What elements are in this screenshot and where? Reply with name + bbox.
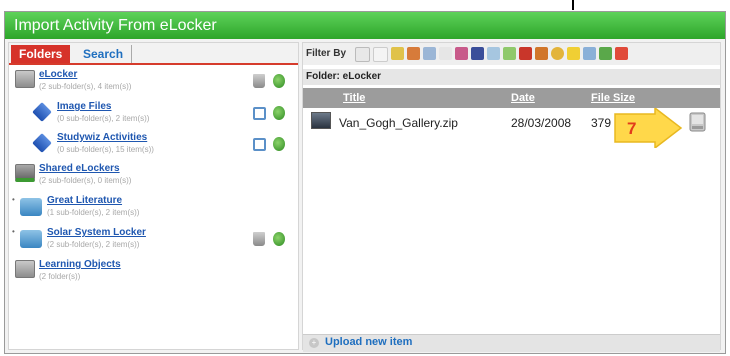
locker-icon (15, 260, 35, 278)
filter-label: Filter By (306, 48, 347, 59)
zip-file-icon (311, 112, 331, 129)
audio-filter-icon[interactable] (407, 47, 420, 60)
step-number: 7 (627, 119, 637, 138)
folder-name[interactable]: eLocker (39, 69, 77, 80)
import-folder-icon[interactable] (273, 137, 285, 151)
tool-filter-icon[interactable] (535, 47, 548, 60)
import-folder-icon[interactable] (273, 74, 285, 88)
sun-filter-icon[interactable] (567, 47, 580, 60)
calendar-filter-icon[interactable] (583, 47, 596, 60)
folder-item-elocker[interactable]: eLocker (2 sub-folder(s), 4 item(s)) (9, 69, 298, 97)
expand-bullet[interactable]: • (12, 227, 15, 236)
top-marker-line (572, 0, 574, 10)
folder-item-solar-system-locker[interactable]: • Solar System Locker (2 sub-folder(s), … (9, 227, 298, 255)
folder-item-studywiz-activities[interactable]: Studywiz Activities (0 sub-folder(s), 15… (9, 132, 298, 160)
activity-filter-icon[interactable] (503, 47, 516, 60)
books-icon (20, 230, 42, 248)
folder-sub: (2 sub-folder(s), 4 item(s)) (39, 82, 132, 91)
file-date: 28/03/2008 (511, 116, 572, 130)
tab-search[interactable]: Search (75, 45, 133, 63)
all-types-filter-icon[interactable] (355, 47, 370, 62)
trash-icon[interactable] (253, 232, 265, 246)
import-folder-icon[interactable] (273, 106, 285, 120)
folder-name[interactable]: Studywiz Activities (57, 132, 147, 143)
import-dialog: Import Activity From eLocker Folders Sea… (4, 11, 726, 354)
folder-sub: (2 sub-folder(s), 0 item(s)) (39, 176, 132, 185)
folder-item-image-files[interactable]: Image Files (0 sub-folder(s), 2 item(s)) (9, 101, 298, 129)
folder-item-great-literature[interactable]: • Great Literature (1 sub-folder(s), 2 i… (9, 195, 298, 223)
folder-item-learning-objects[interactable]: Learning Objects (2 folder(s)) (9, 259, 298, 287)
folder-name[interactable]: Great Literature (47, 195, 122, 206)
dialog-title: Import Activity From eLocker (5, 12, 725, 39)
locker-icon (15, 70, 35, 88)
folder-sub: (0 sub-folder(s), 2 item(s)) (57, 114, 150, 123)
star-filter-icon[interactable] (551, 47, 564, 60)
upload-bar[interactable]: + Upload new item (303, 334, 720, 352)
file-size: 379 (591, 116, 612, 130)
tab-bar: Folders Search (9, 43, 298, 65)
edit-icon[interactable] (253, 138, 266, 151)
diamond-folder-icon (32, 133, 52, 153)
expand-bullet[interactable]: • (12, 195, 15, 204)
upload-icon[interactable]: + (309, 338, 319, 348)
image-filter-icon[interactable] (391, 47, 404, 60)
filter-icons (355, 47, 628, 62)
folder-name[interactable]: Solar System Locker (47, 227, 146, 238)
column-date[interactable]: Date (511, 92, 535, 104)
lesson-filter-icon[interactable] (519, 47, 532, 60)
diamond-folder-icon (32, 102, 52, 122)
import-folder-icon[interactable] (273, 232, 285, 246)
presentation-filter-icon[interactable] (471, 47, 484, 60)
document-filter-icon[interactable] (373, 47, 388, 62)
link-filter-icon[interactable] (487, 47, 500, 60)
books-icon (20, 198, 42, 216)
shared-locker-icon (15, 164, 35, 182)
upload-new-item-link[interactable]: Upload new item (325, 336, 412, 348)
book-filter-icon[interactable] (599, 47, 612, 60)
folder-sub: (0 sub-folder(s), 15 item(s)) (57, 145, 154, 154)
folder-name[interactable]: Learning Objects (39, 259, 121, 270)
file-table-header: Title Date File Size (303, 88, 720, 108)
folder-sub: (2 folder(s)) (39, 272, 81, 281)
step-callout-arrow-icon (614, 108, 683, 148)
quiz-filter-icon[interactable] (455, 47, 468, 60)
folder-panel: Folders Search eLocker (2 sub-folder(s),… (8, 42, 299, 350)
text-filter-icon[interactable] (439, 47, 452, 60)
filter-bar: Filter By (303, 43, 720, 65)
folder-sub: (1 sub-folder(s), 2 item(s)) (47, 208, 140, 217)
edit-icon[interactable] (253, 107, 266, 120)
folder-name[interactable]: Image Files (57, 101, 111, 112)
pdf-filter-icon[interactable] (615, 47, 628, 60)
video-filter-icon[interactable] (423, 47, 436, 60)
trash-icon[interactable] (253, 74, 265, 88)
column-file-size[interactable]: File Size (591, 92, 635, 104)
current-folder-label: Folder: eLocker (303, 69, 720, 85)
folder-name[interactable]: Shared eLockers (39, 163, 120, 174)
column-title[interactable]: Title (343, 92, 365, 104)
import-item-icon[interactable] (689, 112, 706, 132)
tab-folders[interactable]: Folders (11, 45, 71, 63)
content-panel: Filter By Folder: eLocker Title Date Fil… (302, 42, 721, 352)
file-name[interactable]: Van_Gogh_Gallery.zip (339, 116, 458, 130)
folder-item-shared-elockers[interactable]: Shared eLockers (2 sub-folder(s), 0 item… (9, 163, 298, 191)
folder-sub: (2 sub-folder(s), 2 item(s)) (47, 240, 140, 249)
